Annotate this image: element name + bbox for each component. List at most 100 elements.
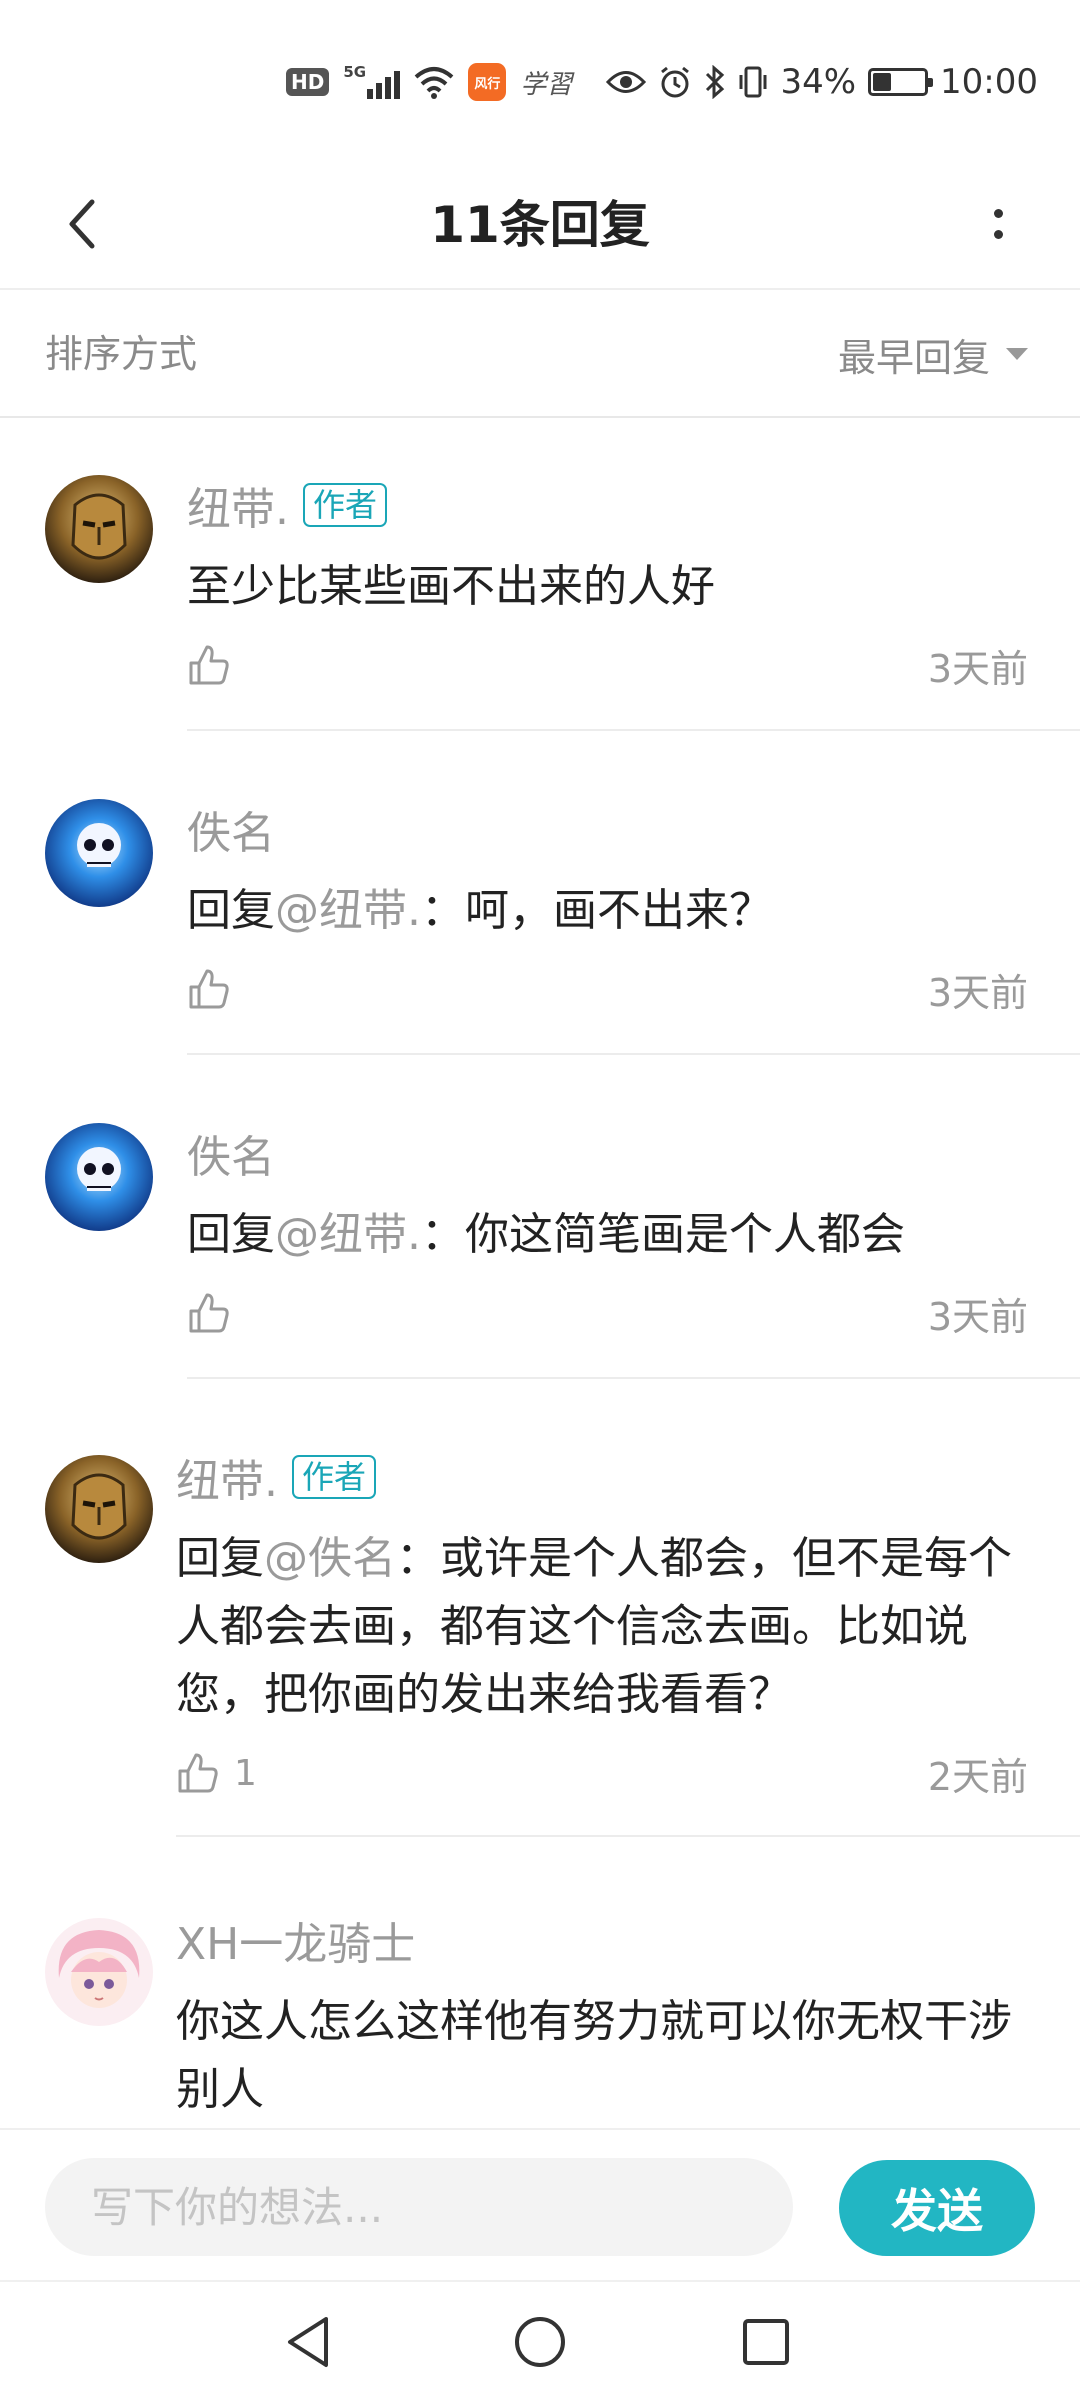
comment-text[interactable]: 回复@纽带.：你这简笔画是个人都会 [187, 1201, 1028, 1269]
page-title: 11条回复 [430, 196, 650, 254]
send-button[interactable]: 发送 [839, 2160, 1035, 2256]
author-name[interactable]: 纽带. [176, 1445, 278, 1509]
like-button[interactable]: 1 [176, 1751, 257, 1795]
comment-author-row: 纽带. 作者 [187, 475, 1028, 535]
author-badge: 作者 [292, 1455, 377, 1499]
system-navigation-bar [0, 2280, 1080, 2400]
comment-footer: 3天前 [187, 639, 1028, 699]
sort-value: 最早回复 [837, 335, 990, 380]
bluetooth-icon [706, 65, 725, 99]
vibrate-icon [739, 66, 767, 98]
status-bar-left: HD 5G 风行 学習 [286, 58, 572, 106]
author-name[interactable]: 佚名 [187, 1121, 275, 1185]
comment-item: 纽带. 作者 回复@佚名：或许是个人都会，但不是每个人都会去画，都有这个信念去画… [0, 1447, 1080, 1837]
circle-home-icon [515, 2317, 565, 2367]
eye-icon [606, 71, 647, 93]
like-button[interactable] [187, 1291, 231, 1335]
comment-content: ：你这简笔画是个人都会 [421, 1209, 905, 1260]
mention-link[interactable]: @佚名 [264, 1533, 396, 1584]
avatar[interactable] [45, 1455, 153, 1563]
comment-author-row: 佚名 [187, 799, 1028, 859]
study-app-icon: 学習 [520, 69, 573, 100]
thumbs-up-icon [189, 1293, 229, 1333]
thumbs-up-icon [189, 969, 229, 1009]
divider [187, 1377, 1080, 1379]
comment-author-row: 纽带. 作者 [176, 1447, 1028, 1507]
dot [993, 209, 1003, 218]
author-name[interactable]: 纽带. [187, 473, 289, 537]
comment-body: 佚名 回复@纽带.：你这简笔画是个人都会 3天前 [187, 1123, 1028, 1347]
comment-time: 3天前 [927, 971, 1028, 1015]
comment-content: 至少比某些画不出来的人好 [187, 561, 715, 612]
avatar[interactable] [45, 475, 153, 583]
comment-author-row: 佚名 [187, 1123, 1028, 1183]
sort-bar: 排序方式 最早回复 [0, 290, 1080, 418]
comment-text[interactable]: 你这人怎么这样他有努力就可以你无权干涉别人 [176, 1988, 1028, 2124]
battery-icon [868, 68, 934, 96]
nav-recents-button[interactable] [728, 2304, 804, 2380]
like-button[interactable] [187, 643, 231, 687]
comment-item: XH一龙骑士 你这人怎么这样他有努力就可以你无权干涉别人 [0, 1910, 1080, 2128]
avatar[interactable] [45, 799, 153, 907]
avatar[interactable] [45, 1918, 153, 2026]
divider [176, 1835, 1080, 1837]
comment-body: XH一龙骑士 你这人怎么这样他有努力就可以你无权干涉别人 [176, 1910, 1028, 2124]
avatar[interactable] [45, 1123, 153, 1231]
comment-time: 2天前 [927, 1755, 1028, 1799]
author-badge: 作者 [303, 483, 388, 527]
app-notification-icon: 风行 [468, 63, 507, 101]
comment-body: 纽带. 作者 回复@佚名：或许是个人都会，但不是每个人都会去画，都有这个信念去画… [176, 1447, 1028, 1807]
comment-author-row: XH一龙骑士 [176, 1910, 1028, 1970]
reply-prefix: 回复 [187, 1209, 275, 1260]
blue-skull-avatar-icon [45, 1123, 153, 1231]
hd-icon: HD [286, 68, 330, 96]
comment-content: ：呵，画不出来？ [421, 885, 773, 936]
battery-level [873, 73, 892, 91]
comment-input[interactable] [45, 2158, 793, 2256]
network-type: 5G [343, 63, 367, 81]
comment-time: 3天前 [927, 647, 1028, 691]
author-name[interactable]: 佚名 [187, 797, 275, 861]
comment-item: 佚名 回复@纽带.：你这简笔画是个人都会 3天前 [0, 1123, 1080, 1379]
golden-mask-avatar-icon [45, 475, 153, 583]
caret-down-icon [1006, 348, 1028, 360]
comment-body: 佚名 回复@纽带.：呵，画不出来？ 3天前 [187, 799, 1028, 1023]
chevron-left-icon [69, 199, 95, 249]
square-recents-icon [743, 2319, 789, 2365]
golden-mask-avatar-icon [45, 1455, 153, 1563]
comment-footer: 3天前 [187, 1287, 1028, 1347]
nav-back-button[interactable] [270, 2304, 346, 2380]
comment-time: 3天前 [927, 1295, 1028, 1339]
sort-label: 排序方式 [45, 332, 198, 376]
like-count: 1 [234, 1752, 257, 1794]
author-name[interactable]: XH一龙骑士 [176, 1910, 415, 1972]
back-button[interactable] [40, 182, 124, 266]
comment-content: 你这人怎么这样他有努力就可以你无权干涉别人 [176, 1996, 1012, 2115]
wifi-icon [415, 67, 454, 99]
reply-prefix: 回复 [187, 885, 275, 936]
blue-skull-avatar-icon [45, 799, 153, 907]
like-button[interactable] [187, 967, 231, 1011]
dot [993, 230, 1003, 239]
mention-link[interactable]: @纽带. [275, 885, 421, 936]
nav-home-button[interactable] [502, 2304, 578, 2380]
sort-dropdown[interactable]: 最早回复 [838, 290, 1028, 418]
comment-text[interactable]: 回复@佚名：或许是个人都会，但不是每个人都会去画，都有这个信念去画。比如说您，把… [176, 1525, 1028, 1729]
battery-percent: 34% [780, 62, 857, 102]
top-app-bar: 11条回复 [0, 160, 1080, 290]
reply-prefix: 回复 [176, 1533, 264, 1584]
pink-hair-avatar-icon [45, 1918, 153, 2026]
triangle-back-icon [288, 2317, 328, 2367]
status-bar: HD 5G 风行 学習 34% 10:00 [0, 0, 1080, 160]
comment-text[interactable]: 至少比某些画不出来的人好 [187, 553, 1028, 621]
mention-link[interactable]: @纽带. [275, 1209, 421, 1260]
alarm-icon [661, 66, 690, 98]
divider [187, 1053, 1080, 1055]
comment-text[interactable]: 回复@纽带.：呵，画不出来？ [187, 877, 1028, 945]
comment-footer: 1 2天前 [176, 1747, 1028, 1807]
comment-footer: 3天前 [187, 963, 1028, 1023]
divider [187, 729, 1080, 731]
clock: 10:00 [940, 62, 1038, 102]
more-options-button[interactable] [956, 182, 1040, 266]
comment-item: 纽带. 作者 至少比某些画不出来的人好 3天前 [0, 475, 1080, 731]
